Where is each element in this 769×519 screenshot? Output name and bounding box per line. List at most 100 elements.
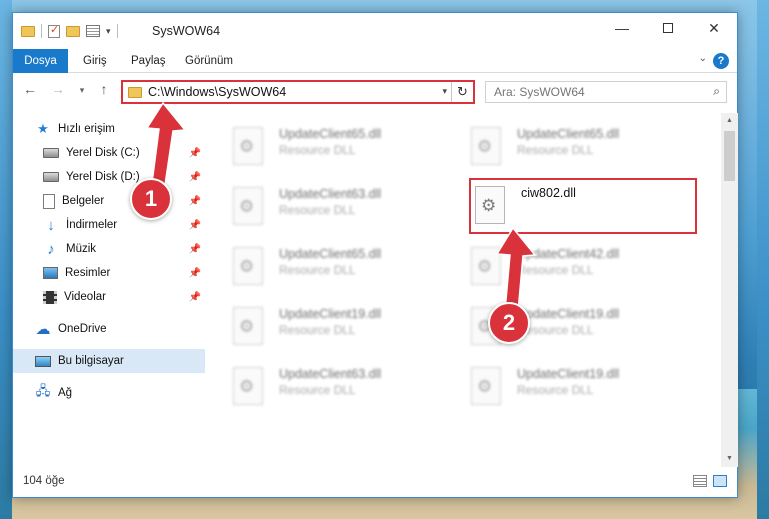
minimize-button[interactable]: — bbox=[599, 13, 645, 43]
sidebar-item-documents[interactable]: Belgeler 📌 bbox=[43, 189, 205, 213]
dll-file-icon bbox=[471, 247, 501, 285]
file-item[interactable]: UpdateClient63.dll Resource DLL bbox=[207, 359, 427, 411]
properties-check-icon[interactable] bbox=[48, 23, 60, 38]
navigation-bar: ← → ▾ ↑ C:\Windows\SysWOW64 ▾ ↻ ⌕ bbox=[13, 77, 737, 105]
item-count: 104 öğe bbox=[23, 475, 65, 487]
pin-icon[interactable]: 📌 bbox=[189, 148, 201, 159]
sidebar-item-downloads[interactable]: ↓ İndirmeler 📌 bbox=[43, 213, 205, 237]
scroll-up-icon[interactable]: ▲ bbox=[721, 113, 738, 129]
file-name: UpdateClient65.dll bbox=[279, 247, 382, 261]
folder-icon bbox=[21, 25, 35, 37]
up-arrow-icon[interactable]: ↑ bbox=[93, 81, 115, 97]
back-arrow-icon[interactable]: ← bbox=[19, 81, 41, 97]
sidebar-item-label: Yerel Disk (C:) bbox=[66, 147, 140, 159]
disk-icon bbox=[43, 148, 59, 158]
sidebar-item-this-pc[interactable]: Bu bilgisayar bbox=[13, 349, 205, 373]
sidebar-item-disk-d[interactable]: Yerel Disk (D:) 📌 bbox=[43, 165, 205, 189]
file-item[interactable]: UpdateClient19.dll Resource DLL bbox=[445, 359, 665, 411]
search-box[interactable]: ⌕ bbox=[485, 81, 727, 103]
toolbar-separator bbox=[41, 24, 42, 38]
sidebar-item-label: Belgeler bbox=[62, 195, 105, 207]
computer-icon bbox=[35, 355, 51, 367]
file-item[interactable]: UpdateClient63.dll Resource DLL bbox=[207, 179, 427, 231]
sidebar-item-music[interactable]: ♪ Müzik 📌 bbox=[43, 237, 205, 261]
file-item[interactable]: UpdateClient42.dll Resource DLL bbox=[445, 239, 665, 291]
maximize-icon bbox=[663, 23, 673, 33]
address-bar[interactable]: C:\Windows\SysWOW64 ▾ ↻ bbox=[121, 80, 475, 104]
dll-file-icon bbox=[233, 127, 263, 165]
file-type: Resource DLL bbox=[279, 263, 356, 277]
new-folder-icon[interactable] bbox=[66, 25, 80, 37]
customize-toolbar-icon[interactable]: ▾ bbox=[106, 26, 111, 37]
file-list: UpdateClient65.dll Resource DLL UpdateCl… bbox=[207, 113, 721, 467]
tab-home[interactable]: Giriş bbox=[71, 49, 119, 73]
annotation-marker-1: 1 bbox=[130, 178, 172, 220]
cloud-icon: ☁ bbox=[35, 321, 51, 338]
file-name: UpdateClient65.dll bbox=[279, 127, 382, 141]
sidebar-item-quick-access[interactable]: ★ Hızlı erişim bbox=[35, 117, 205, 141]
refresh-icon[interactable]: ↻ bbox=[451, 82, 473, 102]
expand-ribbon-icon[interactable]: ⌄ bbox=[699, 53, 707, 64]
file-type: Resource DLL bbox=[517, 143, 594, 157]
dll-file-icon bbox=[471, 127, 501, 165]
file-item[interactable]: UpdateClient65.dll Resource DLL bbox=[207, 119, 427, 171]
forward-arrow-icon[interactable]: → bbox=[47, 81, 69, 97]
maximize-button[interactable] bbox=[645, 13, 691, 43]
desktop-strip-right bbox=[757, 0, 769, 519]
sidebar-item-onedrive[interactable]: ☁ OneDrive bbox=[35, 317, 205, 341]
desktop-strip-left bbox=[0, 0, 12, 519]
pin-icon[interactable]: 📌 bbox=[189, 172, 201, 183]
sidebar-item-videos[interactable]: Videolar 📌 bbox=[43, 285, 205, 309]
star-icon: ★ bbox=[37, 121, 49, 136]
file-item[interactable]: UpdateClient65.dll Resource DLL bbox=[445, 119, 665, 171]
tab-share[interactable]: Paylaş bbox=[119, 49, 178, 73]
scrollbar-thumb[interactable] bbox=[724, 131, 735, 181]
file-name: UpdateClient19.dll bbox=[517, 367, 620, 381]
search-input[interactable] bbox=[486, 82, 686, 102]
pin-icon[interactable]: 📌 bbox=[189, 268, 201, 279]
recent-locations-icon[interactable]: ▾ bbox=[71, 85, 93, 96]
disk-icon bbox=[43, 172, 59, 182]
sidebar-item-label: Videolar bbox=[64, 291, 106, 303]
dll-file-icon bbox=[475, 186, 505, 224]
documents-icon bbox=[43, 193, 55, 209]
navigation-pane: ★ Hızlı erişim Yerel Disk (C:) 📌 Yerel D… bbox=[13, 113, 207, 467]
details-view-icon[interactable] bbox=[693, 475, 707, 487]
file-item[interactable]: UpdateClient19.dll Resource DLL bbox=[207, 299, 427, 351]
address-dropdown-icon[interactable]: ▾ bbox=[442, 86, 447, 97]
folder-icon bbox=[128, 87, 142, 98]
sidebar-item-label: Ağ bbox=[58, 387, 73, 399]
tab-file[interactable]: Dosya bbox=[13, 49, 68, 73]
dll-file-icon bbox=[233, 187, 263, 225]
sidebar-item-disk-c[interactable]: Yerel Disk (C:) 📌 bbox=[43, 141, 205, 165]
scroll-down-icon[interactable]: ▼ bbox=[721, 451, 738, 467]
properties-icon[interactable] bbox=[86, 25, 100, 37]
sidebar-item-label: OneDrive bbox=[58, 323, 107, 335]
file-name: ciw802.dll bbox=[521, 186, 576, 200]
pin-icon[interactable]: 📌 bbox=[189, 292, 201, 303]
address-path[interactable]: C:\Windows\SysWOW64 bbox=[148, 85, 286, 99]
search-icon[interactable]: ⌕ bbox=[713, 84, 720, 99]
file-name: UpdateClient63.dll bbox=[279, 187, 382, 201]
dll-file-icon bbox=[233, 367, 263, 405]
help-icon[interactable]: ? bbox=[713, 53, 729, 69]
download-icon: ↓ bbox=[47, 216, 55, 234]
sidebar-item-network[interactable]: 🖧 Ağ bbox=[35, 381, 205, 405]
file-type: Resource DLL bbox=[279, 203, 356, 217]
sidebar-item-pictures[interactable]: Resimler 📌 bbox=[43, 261, 205, 285]
close-button[interactable]: ✕ bbox=[691, 13, 737, 43]
sidebar-item-label: Yerel Disk (D:) bbox=[66, 171, 140, 183]
tab-view[interactable]: Görünüm bbox=[173, 49, 245, 73]
file-item-ciw802[interactable]: ciw802.dll bbox=[469, 178, 697, 234]
vertical-scrollbar[interactable]: ▲ ▼ bbox=[721, 113, 738, 467]
file-item[interactable]: UpdateClient65.dll Resource DLL bbox=[207, 239, 427, 291]
file-item[interactable]: UpdateClient19.dll Resource DLL bbox=[445, 299, 665, 351]
large-icons-view-icon[interactable] bbox=[713, 475, 727, 487]
minimize-icon: — bbox=[615, 20, 629, 36]
ribbon-tabs: Dosya Giriş Paylaş Görünüm ⌄ ? bbox=[13, 49, 737, 73]
file-type: Resource DLL bbox=[279, 323, 356, 337]
pin-icon[interactable]: 📌 bbox=[189, 196, 201, 207]
pin-icon[interactable]: 📌 bbox=[189, 244, 201, 255]
pin-icon[interactable]: 📌 bbox=[189, 220, 201, 231]
file-name: UpdateClient65.dll bbox=[517, 127, 620, 141]
